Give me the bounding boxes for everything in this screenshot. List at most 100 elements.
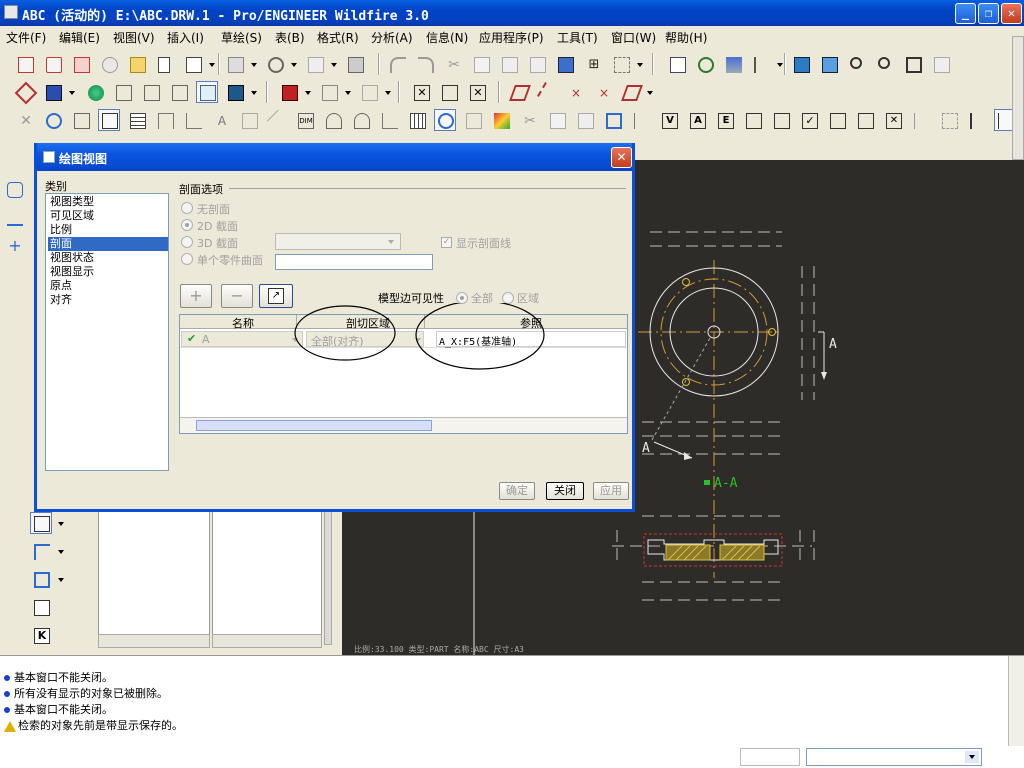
- scroll-thumb[interactable]: [196, 420, 432, 431]
- pointer-icon[interactable]: [30, 512, 52, 534]
- geom-tol-icon[interactable]: [378, 109, 400, 131]
- save-disk-icon[interactable]: [304, 53, 326, 75]
- menu-applications[interactable]: 应用程序(P): [479, 29, 544, 46]
- category-item[interactable]: 比例: [48, 223, 168, 237]
- zoom-out-icon[interactable]: [874, 53, 896, 75]
- category-item[interactable]: 可见区域: [48, 209, 168, 223]
- right-scroll-strip[interactable]: [1012, 36, 1024, 160]
- cross-box-icon[interactable]: ✕: [882, 109, 904, 131]
- h-scrollbar-left[interactable]: [98, 634, 210, 648]
- balloon-icon[interactable]: [238, 109, 260, 131]
- menu-sketch[interactable]: 草绘(S): [221, 29, 262, 46]
- wireframe-icon[interactable]: [112, 81, 134, 103]
- menu-format[interactable]: 格式(R): [317, 29, 359, 46]
- restore-button[interactable]: ❐: [978, 3, 999, 24]
- dim-tag-icon[interactable]: DIM: [294, 109, 316, 131]
- category-item[interactable]: 视图显示: [48, 265, 168, 279]
- check-icon[interactable]: ✓: [798, 109, 820, 131]
- find-icon[interactable]: ⊞: [582, 53, 604, 75]
- category-item[interactable]: 对齐: [48, 293, 168, 307]
- copy2-icon[interactable]: [470, 53, 492, 75]
- menu-tools[interactable]: 工具(T): [557, 29, 598, 46]
- scissors-icon[interactable]: ✂: [518, 109, 540, 131]
- dialog-close-icon[interactable]: ✕: [611, 147, 632, 168]
- dimension-icon[interactable]: [154, 109, 176, 131]
- col-name-header[interactable]: 名称: [232, 315, 254, 331]
- snap-icon[interactable]: [666, 53, 688, 75]
- h-scrollbar-right[interactable]: [212, 634, 322, 648]
- add-section-button[interactable]: +: [180, 284, 212, 308]
- select-box-icon[interactable]: [610, 53, 632, 75]
- filter-dropdown[interactable]: [806, 748, 982, 766]
- category-item[interactable]: 原点: [48, 279, 168, 293]
- minimize-button[interactable]: _: [955, 3, 976, 24]
- copy-icon[interactable]: [224, 53, 246, 75]
- message-scrollbar[interactable]: [1008, 656, 1024, 746]
- cancel-box-icon[interactable]: ✕: [466, 81, 488, 103]
- open-icon[interactable]: [42, 53, 64, 75]
- sketch-tool-icon[interactable]: [3, 178, 25, 200]
- tree-icon[interactable]: [750, 53, 772, 75]
- menu-insert[interactable]: 插入(I): [167, 29, 204, 46]
- shade-icon[interactable]: [930, 53, 952, 75]
- flip-button[interactable]: ↗: [259, 284, 293, 308]
- ordinate-icon[interactable]: [182, 109, 204, 131]
- menu-view[interactable]: 视图(V): [113, 29, 155, 46]
- print-icon[interactable]: [98, 53, 120, 75]
- slash-icon[interactable]: [266, 109, 290, 133]
- paste-icon[interactable]: [498, 53, 520, 75]
- sync-icon[interactable]: [434, 109, 456, 131]
- arrow-left-icon[interactable]: [910, 109, 932, 131]
- dashed-icon[interactable]: [938, 109, 960, 131]
- radio-single-surface[interactable]: [181, 253, 193, 265]
- menu-file[interactable]: 文件(F): [6, 29, 46, 46]
- menu-edit[interactable]: 编辑(E): [59, 29, 100, 46]
- move-icon[interactable]: [70, 109, 92, 131]
- paste-special-icon[interactable]: [526, 53, 548, 75]
- csys-icon[interactable]: ×: [592, 81, 614, 103]
- undo-icon[interactable]: [386, 53, 408, 75]
- datum-plane-icon[interactable]: [508, 81, 531, 103]
- close-box-icon[interactable]: ✕: [410, 81, 432, 103]
- menu-help[interactable]: 帮助(H): [665, 29, 707, 46]
- tree-pane-right[interactable]: [212, 510, 322, 640]
- grid-icon[interactable]: [406, 109, 428, 131]
- arrows-icon[interactable]: [854, 109, 876, 131]
- repaint-icon[interactable]: [264, 53, 286, 75]
- check-box-icon[interactable]: [438, 81, 460, 103]
- note-icon[interactable]: A: [210, 109, 232, 131]
- datum-point-icon[interactable]: ×: [564, 81, 586, 103]
- overlay-icon[interactable]: [30, 568, 52, 590]
- datum-target2-icon[interactable]: [350, 109, 372, 131]
- show-xsec-checkbox[interactable]: ✓: [441, 237, 452, 248]
- 3d-section-select[interactable]: [275, 233, 401, 250]
- refit-icon[interactable]: [902, 53, 924, 75]
- category-item-selected[interactable]: 剖面: [48, 237, 168, 251]
- tree-pane-left[interactable]: [98, 510, 210, 640]
- paste2-icon[interactable]: [574, 109, 596, 131]
- view-orient-icon[interactable]: [318, 81, 340, 103]
- model-icon[interactable]: [790, 53, 812, 75]
- vertical-scrollbar[interactable]: [324, 510, 332, 645]
- table-h-scrollbar[interactable]: [180, 417, 627, 433]
- menu-table[interactable]: 表(B): [275, 29, 305, 46]
- close-button[interactable]: 关闭: [546, 482, 584, 500]
- bracket-icon[interactable]: [826, 109, 848, 131]
- radio-no-section[interactable]: [181, 202, 193, 214]
- datum-display-icon[interactable]: [14, 81, 38, 105]
- k-icon[interactable]: K: [30, 624, 52, 646]
- sheet-icon[interactable]: [818, 53, 840, 75]
- category-item[interactable]: 视图状态: [48, 251, 168, 265]
- menu-info[interactable]: 信息(N): [426, 29, 468, 46]
- solid-icon[interactable]: [224, 81, 246, 103]
- monitor-icon[interactable]: [42, 81, 64, 103]
- refresh-icon[interactable]: [42, 109, 64, 131]
- dim-tool-icon[interactable]: [3, 206, 25, 228]
- no-hidden-icon[interactable]: [168, 81, 190, 103]
- layer-icon[interactable]: [722, 53, 744, 75]
- menu-analysis[interactable]: 分析(A): [371, 29, 413, 46]
- category-item[interactable]: 视图类型: [48, 195, 168, 209]
- category-list[interactable]: 视图类型 可见区域 比例 剖面 视图状态 视图显示 原点 对齐: [45, 193, 169, 471]
- table-icon[interactable]: [126, 109, 148, 131]
- joint-icon[interactable]: [966, 109, 988, 131]
